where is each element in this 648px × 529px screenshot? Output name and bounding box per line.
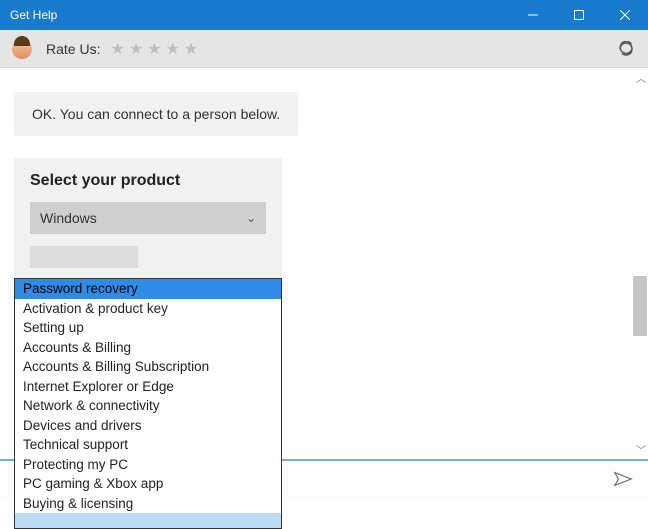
product-card: Select your product Windows ⌄ <box>14 158 282 284</box>
star-icon[interactable]: ★ <box>147 39 161 59</box>
rate-label: Rate Us: <box>46 41 100 57</box>
category-dropdown[interactable]: Password recoveryActivation & product ke… <box>14 278 282 529</box>
assistant-message: OK. You can connect to a person below. <box>14 92 298 136</box>
dropdown-option[interactable]: Setting up <box>15 318 281 338</box>
scroll-down-icon[interactable]: ﹀ <box>636 442 646 457</box>
secondary-select-placeholder[interactable] <box>30 246 138 268</box>
dropdown-option[interactable]: Internet Explorer or Edge <box>15 377 281 397</box>
vertical-scrollbar[interactable]: ︿ ﹀ <box>632 68 648 459</box>
dropdown-option[interactable]: Accounts & Billing Subscription <box>15 357 281 377</box>
dropdown-option[interactable]: Devices and drivers <box>15 416 281 436</box>
dropdown-option[interactable]: Technical support <box>15 435 281 455</box>
dropdown-option[interactable]: Accounts & Billing <box>15 338 281 358</box>
close-button[interactable] <box>602 0 648 30</box>
rate-bar: Rate Us: ★ ★ ★ ★ ★ <box>0 30 648 68</box>
chevron-down-icon: ⌄ <box>246 211 256 225</box>
maximize-button[interactable] <box>556 0 602 30</box>
dropdown-option[interactable]: Buying & licensing <box>15 494 281 514</box>
send-button[interactable] <box>612 468 634 495</box>
dropdown-option[interactable]: Protecting my PC <box>15 455 281 475</box>
product-select-value: Windows <box>40 210 97 226</box>
star-icon[interactable]: ★ <box>184 39 198 59</box>
card-heading: Select your product <box>30 172 266 190</box>
rating-stars[interactable]: ★ ★ ★ ★ ★ <box>110 39 198 59</box>
star-icon[interactable]: ★ <box>129 39 143 59</box>
star-icon[interactable]: ★ <box>110 39 124 59</box>
dropdown-option[interactable]: Activation & product key <box>15 299 281 319</box>
product-select[interactable]: Windows ⌄ <box>30 202 266 234</box>
star-icon[interactable]: ★ <box>166 39 180 59</box>
titlebar: Get Help <box>0 0 648 30</box>
content-area: ︿ ﹀ OK. You can connect to a person belo… <box>0 68 648 459</box>
scroll-up-icon[interactable]: ︿ <box>636 70 646 85</box>
dropdown-overflow-row[interactable] <box>15 513 281 528</box>
refresh-button[interactable] <box>616 39 636 59</box>
assistant-message-text: OK. You can connect to a person below. <box>32 106 280 122</box>
dropdown-option[interactable]: PC gaming & Xbox app <box>15 474 281 494</box>
window-title: Get Help <box>10 8 57 22</box>
scroll-thumb[interactable] <box>633 276 647 336</box>
dropdown-option[interactable]: Password recovery <box>15 279 281 299</box>
dropdown-option[interactable]: Network & connectivity <box>15 396 281 416</box>
avatar <box>12 39 32 59</box>
minimize-button[interactable] <box>510 0 556 30</box>
